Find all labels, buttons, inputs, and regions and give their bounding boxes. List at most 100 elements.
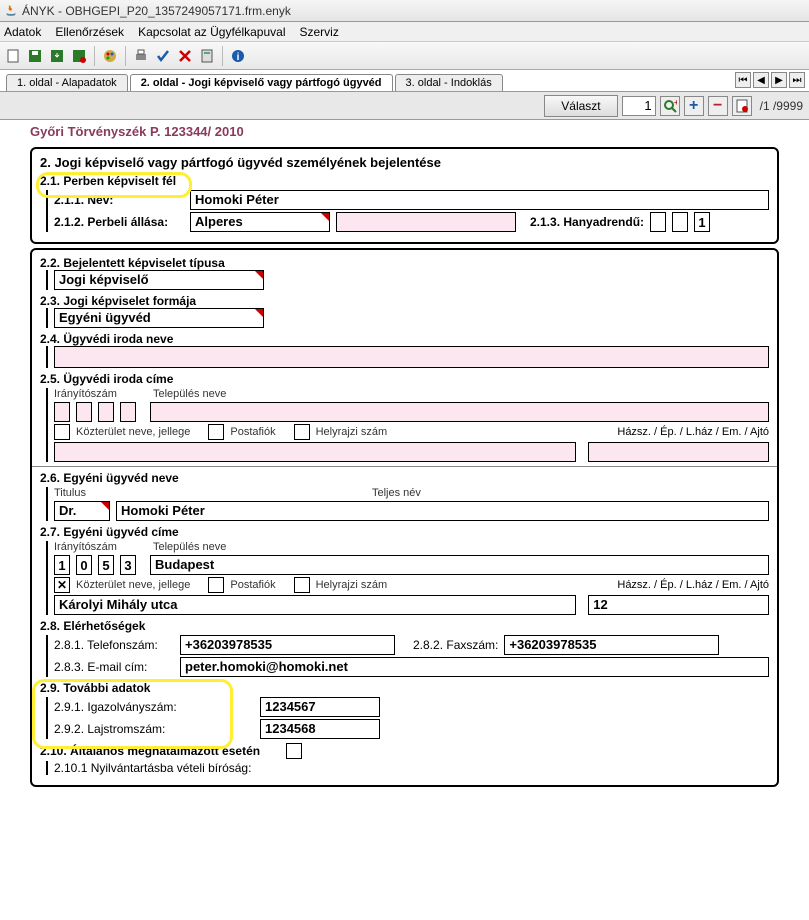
toolbar-separator	[222, 46, 223, 66]
label-2-1-1: 2.1.1. Név:	[54, 193, 184, 207]
checkbox-kozterulet-27[interactable]: ✕	[54, 577, 70, 593]
section-2: 2. Jogi képviselő vagy pártfogó ügyvéd s…	[30, 147, 779, 244]
label-helyrajzi: Helyrajzi szám	[316, 426, 388, 438]
label-2-10: 2.10. Általános megnatalmazott esetén	[40, 744, 260, 758]
zip-digit-27c[interactable]: 5	[98, 555, 114, 575]
field-2-1-2-extra[interactable]	[336, 212, 516, 232]
toolbar: i	[0, 42, 809, 70]
select-button[interactable]: Választ	[544, 95, 617, 117]
field-2-5-hazsz[interactable]	[588, 442, 769, 462]
window-titlebar: ÁNYK - OBHGEPI_P20_1357249057171.frm.eny…	[0, 0, 809, 22]
label-iranyito: Irányítószám	[54, 388, 117, 400]
tabs-navigation: ⏮ ◀ ▶ ⏭	[735, 72, 805, 88]
field-2-7-telepules[interactable]: Budapest	[150, 555, 769, 575]
field-2-8-1-tel[interactable]: +36203978535	[180, 635, 395, 655]
save-arrow-icon[interactable]	[48, 47, 66, 65]
label-2-1: 2.1. Perben képviselt fél	[40, 174, 769, 188]
header-strip: Győri Törvényszék P. 123344/ 2010	[30, 120, 779, 143]
field-2-1-1-nev[interactable]: Homoki Péter	[190, 190, 769, 210]
checkbox-postafiok[interactable]	[208, 424, 224, 440]
menu-szerviz[interactable]: Szerviz	[299, 25, 338, 39]
label-2-6: 2.6. Egyéni ügyvéd neve	[40, 471, 769, 485]
label-2-8: 2.8. Elérhetőségek	[40, 619, 769, 633]
close-red-icon[interactable]	[176, 47, 194, 65]
tab-last-icon[interactable]: ⏭	[789, 72, 805, 88]
zip-digit-27d[interactable]: 3	[120, 555, 136, 575]
svg-text:i: i	[237, 52, 240, 63]
selector-bar: Választ + + − /1 /9999	[0, 92, 809, 120]
field-2-3-form[interactable]: Egyéni ügyvéd	[54, 308, 264, 328]
new-icon[interactable]	[4, 47, 22, 65]
zip-digit[interactable]	[54, 402, 70, 422]
minus-button[interactable]: −	[708, 96, 728, 116]
print-icon[interactable]	[132, 47, 150, 65]
menu-adatok[interactable]: Adatok	[4, 25, 41, 39]
label-2-8-2: 2.8.2. Faxszám:	[413, 638, 498, 652]
checkbox-postafiok-27[interactable]	[208, 577, 224, 593]
tab-page3[interactable]: 3. oldal - Indoklás	[395, 74, 503, 91]
label-kozterulet: Közterület neve, jellege	[76, 426, 190, 438]
label-postafiok-27: Postafiók	[230, 579, 275, 591]
label-postafiok: Postafiók	[230, 426, 275, 438]
digit-2-1-3-a[interactable]	[650, 212, 666, 232]
zip-digit[interactable]	[76, 402, 92, 422]
palette-icon[interactable]	[101, 47, 119, 65]
info-icon[interactable]: i	[229, 47, 247, 65]
label-2-9-2: 2.9.2. Lajstromszám:	[54, 722, 254, 736]
toolbar-separator	[125, 46, 126, 66]
label-2-5: 2.5. Ügyvédi iroda címe	[40, 372, 769, 386]
field-2-8-3-email[interactable]: peter.homoki@homoki.net	[180, 657, 769, 677]
tab-prev-icon[interactable]: ◀	[753, 72, 769, 88]
label-titulus: Titulus	[54, 487, 110, 499]
zip-digit-27a[interactable]: 1	[54, 555, 70, 575]
checkbox-helyrajzi[interactable]	[294, 424, 310, 440]
field-2-7-hazsz[interactable]: 12	[588, 595, 769, 615]
doc-red-icon[interactable]	[732, 96, 752, 116]
checkbox-helyrajzi-27[interactable]	[294, 577, 310, 593]
save-red-icon[interactable]	[70, 47, 88, 65]
digit-2-1-3-b[interactable]	[672, 212, 688, 232]
tab-page1[interactable]: 1. oldal - Alapadatok	[6, 74, 128, 91]
window-title: ÁNYK - OBHGEPI_P20_1357249057171.frm.eny…	[22, 4, 291, 18]
field-2-5-kozterulet[interactable]	[54, 442, 576, 462]
label-telepules: Település neve	[153, 388, 226, 400]
tab-first-icon[interactable]: ⏮	[735, 72, 751, 88]
zoom-icon[interactable]: +	[660, 96, 680, 116]
page-number-input[interactable]	[622, 96, 656, 116]
check-icon[interactable]	[154, 47, 172, 65]
field-2-9-2-lajstrom[interactable]: 1234568	[260, 719, 380, 739]
field-2-6-nev[interactable]: Homoki Péter	[116, 501, 769, 521]
save-icon[interactable]	[26, 47, 44, 65]
label-2-9-1: 2.9.1. Igazolványszám:	[54, 700, 254, 714]
tab-next-icon[interactable]: ▶	[771, 72, 787, 88]
form-content: Győri Törvényszék P. 123344/ 2010 2. Jog…	[0, 120, 809, 920]
section-2-title: 2. Jogi képviselő vagy pártfogó ügyvéd s…	[40, 155, 769, 170]
java-icon	[4, 4, 18, 18]
menu-ellenorzesek[interactable]: Ellenőrzések	[55, 25, 124, 39]
field-2-9-1-igazolvany[interactable]: 1234567	[260, 697, 380, 717]
field-2-8-2-fax[interactable]: +36203978535	[504, 635, 719, 655]
plus-button[interactable]: +	[684, 96, 704, 116]
tabs-bar: 1. oldal - Alapadatok 2. oldal - Jogi ké…	[0, 70, 809, 92]
zip-digit[interactable]	[98, 402, 114, 422]
field-2-7-kozterulet[interactable]: Károlyi Mihály utca	[54, 595, 576, 615]
calculator-icon[interactable]	[198, 47, 216, 65]
svg-text:+: +	[674, 99, 677, 107]
checkbox-2-10[interactable]	[286, 743, 302, 759]
field-2-1-2-allasa[interactable]: Alperes	[190, 212, 330, 232]
label-2-7: 2.7. Egyéni ügyvéd címe	[40, 525, 769, 539]
label-hazsz-27: Házsz. / Ép. / L.ház / Em. / Ajtó	[617, 579, 769, 591]
field-2-2-type[interactable]: Jogi képviselő	[54, 270, 264, 290]
zip-digit[interactable]	[120, 402, 136, 422]
checkbox-kozterulet[interactable]	[54, 424, 70, 440]
label-iranyito-27: Irányítószám	[54, 541, 117, 553]
zip-digit-27b[interactable]: 0	[76, 555, 92, 575]
label-2-8-3: 2.8.3. E-mail cím:	[54, 660, 174, 674]
menu-kapcsolat[interactable]: Kapcsolat az Ügyfélkapuval	[138, 25, 285, 39]
field-2-4-irodanev[interactable]	[54, 346, 769, 368]
field-2-5-telepules[interactable]	[150, 402, 769, 422]
label-teljes-nev: Teljes név	[372, 487, 421, 499]
digit-2-1-3-c[interactable]: 1	[694, 212, 710, 232]
tab-page2[interactable]: 2. oldal - Jogi képviselő vagy pártfogó …	[130, 74, 393, 91]
field-2-6-titulus[interactable]: Dr.	[54, 501, 110, 521]
